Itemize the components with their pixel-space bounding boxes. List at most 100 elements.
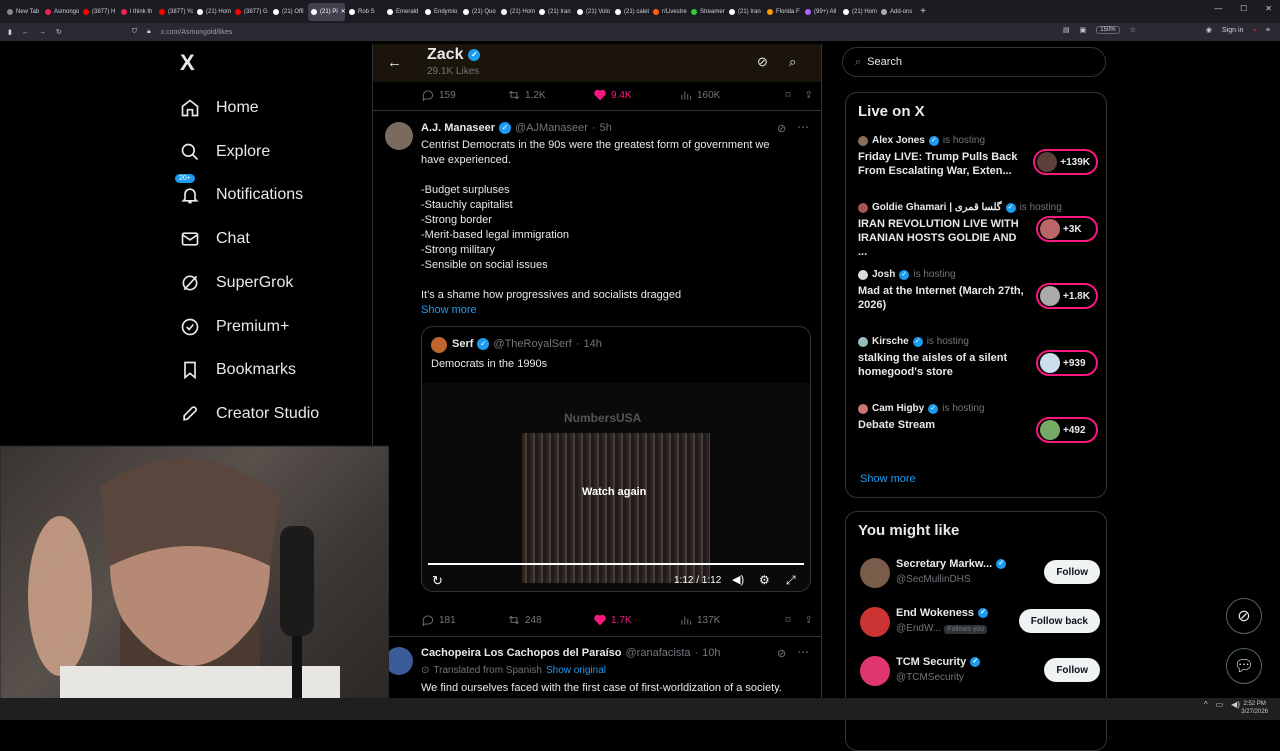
zoom-level[interactable]: 150% [1096, 26, 1120, 34]
bookmark-icon[interactable]: ⌑ [785, 615, 790, 626]
browser-tab[interactable]: (21) Pi ✕ [308, 2, 345, 21]
browser-tab[interactable]: Endymio [422, 3, 459, 21]
browser-tab[interactable]: Florida F [764, 3, 801, 21]
live-item[interactable]: Josh ✓ is hosting Mad at the Internet (Marc… [858, 269, 1098, 312]
back-arrow-icon[interactable]: ← [387, 54, 402, 71]
browser-tab[interactable]: (21) Hom [498, 3, 535, 21]
grok-icon[interactable]: ⊘ [777, 647, 786, 660]
browser-tab[interactable]: Asmongo [42, 3, 79, 21]
live-item[interactable]: Goldie Ghamari | گلسا قمری ✓ is hosting IRA… [858, 202, 1098, 259]
browser-tab[interactable]: r/Livestre [650, 3, 687, 21]
browser-tab[interactable]: (21) Iran [726, 3, 763, 21]
sidebar-toggle-icon[interactable]: ▮ [8, 28, 12, 36]
chevron-up-icon[interactable]: ^ [1204, 700, 1208, 709]
star-icon[interactable]: ☆ [1130, 26, 1136, 34]
browser-tab[interactable]: (99+) All [802, 3, 839, 21]
live-item[interactable]: Alex Jones ✓ is hosting Friday LIVE: Trump … [858, 135, 1098, 178]
watch-again-button[interactable]: Watch again [582, 486, 646, 498]
clock[interactable]: 2:52 PM 3/27/2026 [1241, 700, 1268, 716]
author-name[interactable]: Cachopeira Los Cachopos del Paraíso [421, 647, 622, 659]
show-more-link[interactable]: Show more [860, 473, 916, 485]
browser-tab[interactable]: (21) Volo [574, 3, 611, 21]
suggested-account[interactable]: Secretary Markw... ✓ @SecMullinDHS Follow [860, 556, 1100, 592]
minimize-icon[interactable]: — [1214, 4, 1222, 13]
follow-button[interactable]: Follow [1044, 560, 1100, 584]
suggested-account[interactable]: TCM Security ✓ @TCMSecurity Follow [860, 654, 1100, 690]
reply-button[interactable]: 181 [421, 613, 507, 627]
extension-icon[interactable]: ▪ [1253, 27, 1255, 34]
browser-tab[interactable]: i think th [118, 3, 155, 21]
browser-tab[interactable]: Streamer [688, 3, 725, 21]
forward-arrow-icon[interactable]: → [39, 29, 46, 36]
browser-tab[interactable]: Emerald [384, 3, 421, 21]
reader-icon[interactable]: ▤ [1063, 26, 1070, 34]
shield-icon[interactable]: ⛉ [132, 28, 137, 36]
repost-button[interactable]: 1.2K [507, 88, 593, 102]
grok-icon[interactable]: ⊘ [777, 122, 786, 135]
author-handle[interactable]: @ranafacista [626, 647, 691, 659]
like-button[interactable]: 1.7K [593, 613, 679, 627]
close-window-icon[interactable]: ✕ [1265, 4, 1272, 13]
avatar[interactable] [385, 647, 413, 675]
tweet-time[interactable]: 5h [600, 122, 612, 134]
live-item[interactable]: Cam Higby ✓ is hosting Debate Stream +492 [858, 403, 1098, 443]
settings-icon[interactable]: ⚙ [759, 573, 770, 587]
screenshot-icon[interactable]: ▣ [1080, 26, 1087, 34]
close-tab-icon[interactable]: ✕ [341, 8, 345, 15]
browser-tab[interactable]: Add-ons [878, 3, 915, 21]
quoted-tweet[interactable]: Serf ✓ @TheRoyalSerf · 14h Democrats in … [421, 326, 811, 592]
sidebar-item-explore[interactable]: Explore [180, 140, 270, 164]
suggested-account[interactable]: End Wokeness ✓ @EndW... Follows you Follow b… [860, 605, 1100, 641]
sign-in-link[interactable]: Sign in [1222, 27, 1243, 34]
network-icon[interactable]: ▭ [1216, 700, 1224, 709]
browser-tab[interactable]: Rob S [346, 3, 383, 21]
video-player[interactable]: NumbersUSA Watch again ↻ 1:12 / 1:12 ◀) … [422, 383, 810, 591]
bookmark-icon[interactable]: ⌑ [785, 90, 790, 101]
reload-icon[interactable]: ↻ [56, 28, 62, 36]
browser-tab[interactable]: (21) Quo [460, 3, 497, 21]
repost-button[interactable]: 248 [507, 613, 593, 627]
browser-tab[interactable]: (21) Hom [194, 3, 231, 21]
follow-button[interactable]: Follow [1044, 658, 1100, 682]
like-button[interactable]: 9.4K [593, 88, 679, 102]
listeners-pill[interactable]: +139K [1033, 149, 1098, 175]
views-button[interactable]: 137K [679, 613, 765, 627]
follow-button[interactable]: Follow back [1018, 609, 1100, 633]
browser-tab[interactable]: New Tab [4, 3, 41, 21]
video-progress-bar[interactable] [428, 563, 804, 565]
volume-icon[interactable]: ◀) [732, 573, 744, 586]
live-item[interactable]: Kirsche ✓ is hosting stalking the aisles of… [858, 336, 1098, 379]
url-field[interactable]: x.com/Asmongold/likes [161, 29, 233, 36]
replay-icon[interactable]: ↻ [432, 573, 443, 589]
reply-button[interactable]: 159 [421, 88, 507, 102]
listeners-pill[interactable]: +939 [1036, 350, 1098, 376]
browser-tab[interactable]: (21) Offi [270, 3, 307, 21]
fullscreen-icon[interactable]: ⤢ [786, 573, 796, 588]
author-name[interactable]: A.J. Manaseer [421, 122, 495, 134]
menu-icon[interactable]: ≡ [1266, 27, 1270, 34]
browser-tab[interactable]: (21) calet [612, 3, 649, 21]
grok-icon[interactable]: ⊘ [757, 54, 768, 70]
avatar[interactable] [385, 122, 413, 150]
share-icon[interactable]: ⇪ [805, 615, 813, 626]
sidebar-item-creator-studio[interactable]: Creator Studio [180, 402, 319, 426]
share-icon[interactable]: ⇪ [805, 90, 813, 101]
browser-tab[interactable]: (21) Hom [840, 3, 877, 21]
new-tab-icon[interactable]: + [916, 6, 930, 17]
volume-icon[interactable]: ◀) [1231, 700, 1240, 709]
account-icon[interactable]: ◉ [1206, 26, 1212, 34]
tweet-time[interactable]: 10h [702, 647, 720, 659]
sidebar-item-premium[interactable]: Premium+ [180, 315, 289, 339]
back-arrow-icon[interactable]: ← [22, 29, 29, 36]
browser-tab[interactable]: (3877) G [232, 3, 269, 21]
browser-tab[interactable]: (21) Iran [536, 3, 573, 21]
listeners-pill[interactable]: +492 [1036, 417, 1098, 443]
search-icon[interactable]: ⌕ [789, 54, 796, 70]
sidebar-item-supergrok[interactable]: SuperGrok [180, 271, 293, 295]
browser-tab[interactable]: (3877) H [80, 3, 117, 21]
listeners-pill[interactable]: +3K [1036, 216, 1098, 242]
sidebar-item-bookmarks[interactable]: Bookmarks [180, 358, 296, 382]
views-button[interactable]: 160K [679, 88, 765, 102]
browser-tab[interactable]: (3877) Yo [156, 3, 193, 21]
listeners-pill[interactable]: +1.8K [1036, 283, 1098, 309]
